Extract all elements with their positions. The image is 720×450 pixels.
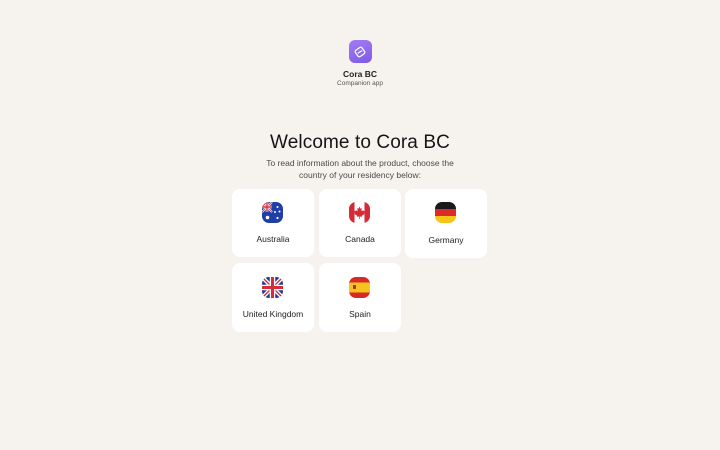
australia-flag-icon [262, 202, 283, 223]
country-card-united-kingdom[interactable]: United Kingdom [232, 263, 314, 332]
country-name: Canada [345, 234, 375, 244]
country-card-germany[interactable]: Germany [405, 189, 487, 258]
page: Cora BC Companion app Welcome to Cora BC… [0, 0, 720, 450]
app-subtitle: Companion app [337, 80, 383, 87]
country-name: United Kingdom [242, 309, 304, 319]
country-card-australia[interactable]: Australia [232, 189, 314, 257]
germany-flag-icon [435, 202, 456, 223]
country-card-canada[interactable]: Canada [319, 189, 401, 257]
card-swap-icon [348, 40, 372, 63]
country-name: Spain [349, 309, 371, 319]
intro-text: To read information about the product, c… [266, 158, 454, 180]
country-name: Australia [256, 234, 290, 244]
united-kingdom-flag-icon [262, 277, 283, 298]
canada-flag-icon [349, 202, 370, 223]
country-card-spain[interactable]: Spain [319, 263, 401, 332]
page-title: Welcome to Cora BC [270, 132, 450, 153]
app-header: Cora BC Companion app [0, 40, 720, 88]
app-name: Cora BC [342, 69, 377, 79]
country-name: Germany [428, 235, 464, 245]
spain-flag-icon [349, 277, 370, 298]
